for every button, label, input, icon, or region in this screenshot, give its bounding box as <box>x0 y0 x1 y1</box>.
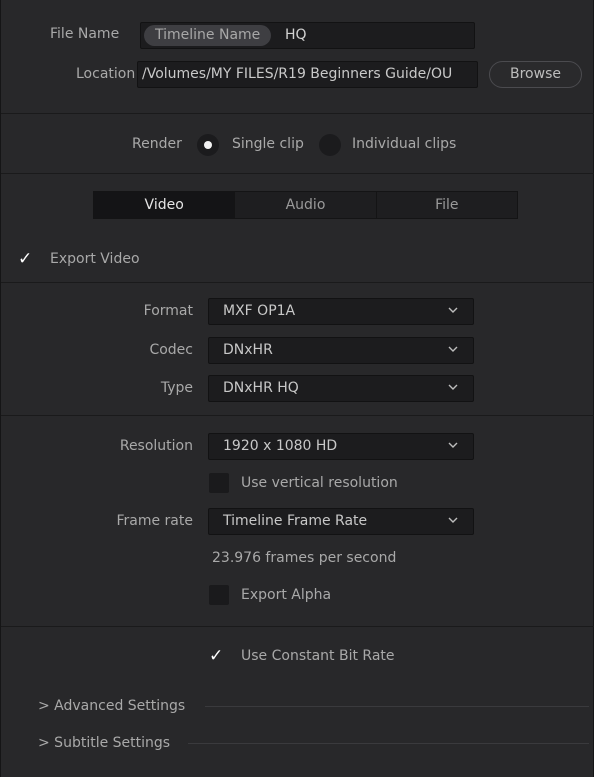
export-alpha-checkbox[interactable] <box>209 585 229 605</box>
individual-clips-radio[interactable] <box>319 134 341 156</box>
format-value: MXF OP1A <box>223 303 296 319</box>
frame-rate-note: 23.976 frames per second <box>212 550 397 566</box>
output-tabs: Video Audio File <box>93 191 518 219</box>
codec-label: Codec <box>149 342 193 358</box>
codec-select[interactable]: DNxHR <box>208 337 474 364</box>
file-name-suffix: HQ <box>285 27 307 43</box>
advanced-settings-toggle[interactable]: > Advanced Settings <box>38 698 185 714</box>
file-name-label: File Name <box>50 26 120 42</box>
file-name-field[interactable]: Timeline Name HQ <box>140 22 475 49</box>
divider <box>1 415 594 416</box>
location-value: /Volumes/MY FILES/R19 Beginners Guide/OU <box>142 66 453 82</box>
constant-bit-rate-checkbox[interactable]: ✓ <box>209 646 223 666</box>
single-clip-radio[interactable] <box>197 134 219 156</box>
export-video-label[interactable]: Export Video <box>50 251 140 267</box>
frame-rate-select[interactable]: Timeline Frame Rate <box>208 508 474 535</box>
subtitle-settings-toggle[interactable]: > Subtitle Settings <box>38 735 170 751</box>
resolution-value: 1920 x 1080 HD <box>223 438 338 454</box>
divider <box>1 626 594 627</box>
type-label: Type <box>160 380 193 396</box>
export-alpha-label[interactable]: Export Alpha <box>241 587 331 603</box>
chevron-down-icon <box>448 307 458 313</box>
chevron-down-icon <box>448 384 458 390</box>
format-label: Format <box>143 303 193 319</box>
render-settings-panel: File Name Timeline Name HQ Location /Vol… <box>0 0 594 777</box>
chevron-down-icon <box>448 346 458 352</box>
constant-bit-rate-label[interactable]: Use Constant Bit Rate <box>241 648 395 664</box>
type-value: DNxHR HQ <box>223 380 299 396</box>
codec-value: DNxHR <box>223 342 273 358</box>
location-label: Location <box>76 66 136 82</box>
tab-audio[interactable]: Audio <box>235 192 377 218</box>
tab-file[interactable]: File <box>377 192 517 218</box>
export-video-checkbox[interactable]: ✓ <box>18 249 32 269</box>
chevron-down-icon <box>448 517 458 523</box>
vertical-resolution-checkbox[interactable] <box>209 473 229 493</box>
vertical-resolution-label[interactable]: Use vertical resolution <box>241 475 398 491</box>
section-line <box>188 743 589 744</box>
tab-video[interactable]: Video <box>94 192 236 218</box>
divider <box>1 113 594 114</box>
frame-rate-label: Frame rate <box>116 513 193 529</box>
single-clip-label[interactable]: Single clip <box>232 136 304 152</box>
section-line <box>205 706 589 707</box>
format-select[interactable]: MXF OP1A <box>208 298 474 325</box>
type-select[interactable]: DNxHR HQ <box>208 375 474 402</box>
divider <box>1 282 594 283</box>
individual-clips-label[interactable]: Individual clips <box>352 136 456 152</box>
timeline-name-token[interactable]: Timeline Name <box>144 25 272 46</box>
render-label: Render <box>132 136 182 152</box>
location-field[interactable]: /Volumes/MY FILES/R19 Beginners Guide/OU <box>137 61 478 88</box>
chevron-down-icon <box>448 442 458 448</box>
browse-button[interactable]: Browse <box>489 61 582 88</box>
divider <box>1 173 594 174</box>
frame-rate-value: Timeline Frame Rate <box>223 513 368 529</box>
resolution-select[interactable]: 1920 x 1080 HD <box>208 433 474 460</box>
resolution-label: Resolution <box>119 438 193 454</box>
